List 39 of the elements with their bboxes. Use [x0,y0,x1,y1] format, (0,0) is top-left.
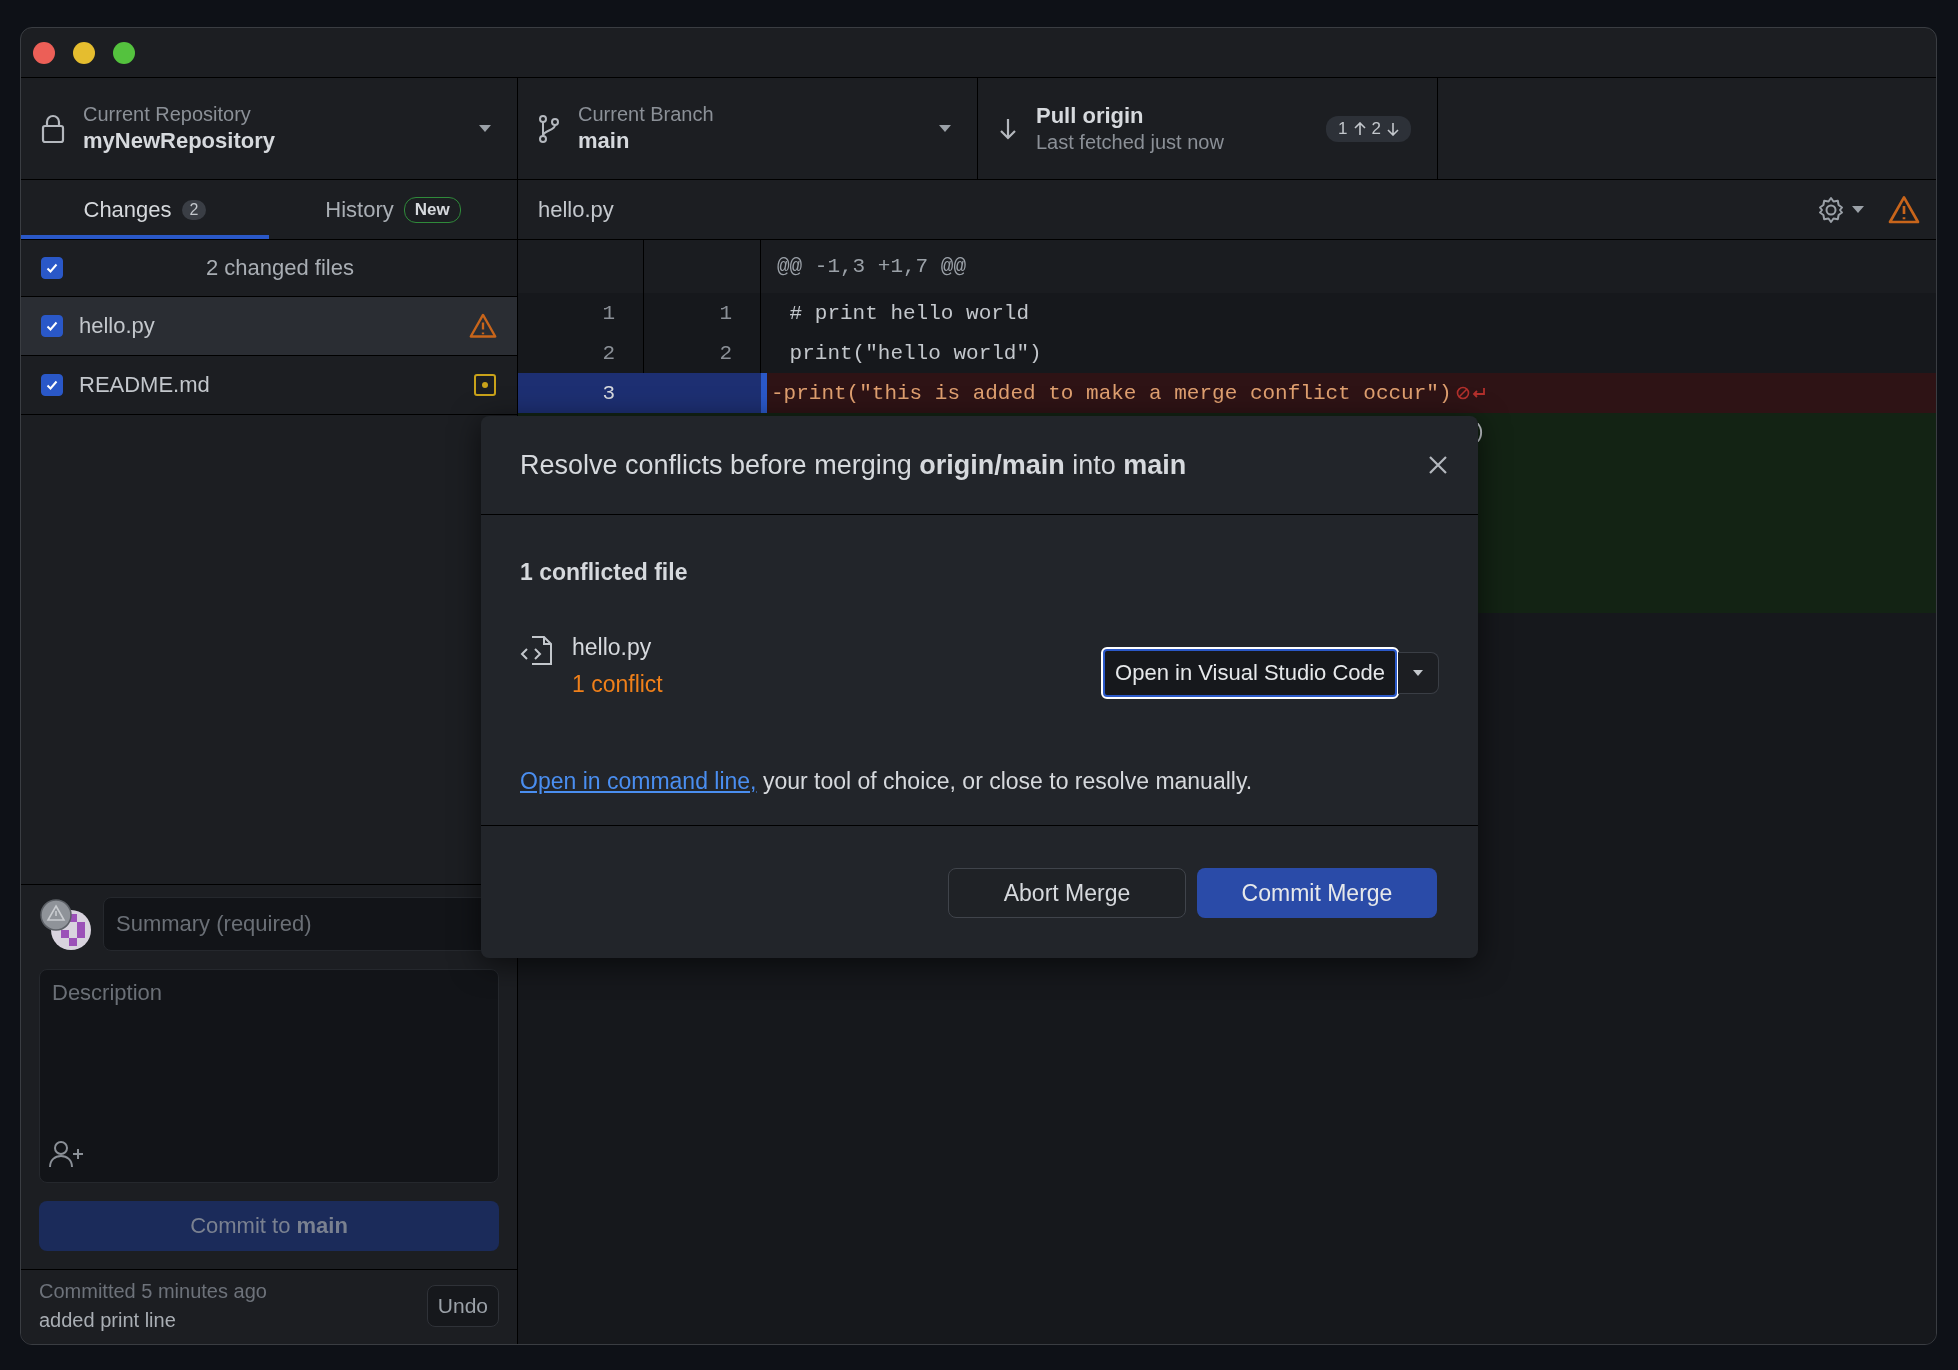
behind-count: 2 [1371,118,1381,139]
dialog-title: Resolve conflicts before merging origin/main into main [520,449,1188,481]
instruction-text: Open in command line, your tool of choice, or close to resolve manually. [520,768,1254,795]
new-badge: New [403,196,461,223]
fetch-status: Last fetched just now [1036,131,1225,154]
commit-message: added print line [39,1309,177,1332]
file-row[interactable]: README.md [21,356,517,415]
file-name: hello.py [538,196,615,223]
branch-name: main [578,128,631,154]
code-line: -print("this is added to make a merge conflict occur") [771,381,1452,405]
count-badge: 2 [181,199,207,220]
repository-label: Current Repository [83,103,252,126]
repository-name: myNewRepository [83,128,276,154]
undo-button[interactable]: Undo [426,1285,499,1327]
pull-button[interactable]: Pull origin Last fetched just now 1 2 [978,78,1438,179]
branch-label: Current Branch [578,103,715,126]
code-line: # print hello world [788,301,1030,325]
changed-files-count: 2 changed files [205,255,355,281]
conflict-status: 1 conflict [572,671,664,698]
abort-merge-button[interactable]: Abort Merge [948,868,1186,918]
file-row[interactable]: hello.py [21,297,517,356]
file-name: README.md [79,372,211,398]
command-line-link[interactable]: Open in command line, [520,768,757,794]
commit-time: Committed 5 minutes ago [39,1280,268,1303]
conflict-count: 1 conflicted file [520,559,689,586]
ahead-count: 1 [1338,118,1348,139]
tab[interactable]: History New [269,180,517,239]
repository-selector[interactable]: Current Repository myNewRepository [21,78,518,179]
pull-title: Pull origin [1036,103,1145,129]
hunk-header: @@ -1,3 +1,7 @@ [776,254,968,280]
file-name: hello.py [572,634,653,661]
commit-merge-button[interactable]: Commit Merge [1197,868,1437,918]
branch-selector[interactable]: Current Branch main [518,78,978,179]
file-name: hello.py [79,313,156,339]
line-number: 3 [518,373,644,413]
open-editor-button[interactable]: Open in Visual Studio Code [1102,648,1398,698]
code-line: print("hello world") [788,341,1042,365]
code-line: ) [1473,421,1486,444]
tab[interactable]: Changes 2 [21,180,269,239]
